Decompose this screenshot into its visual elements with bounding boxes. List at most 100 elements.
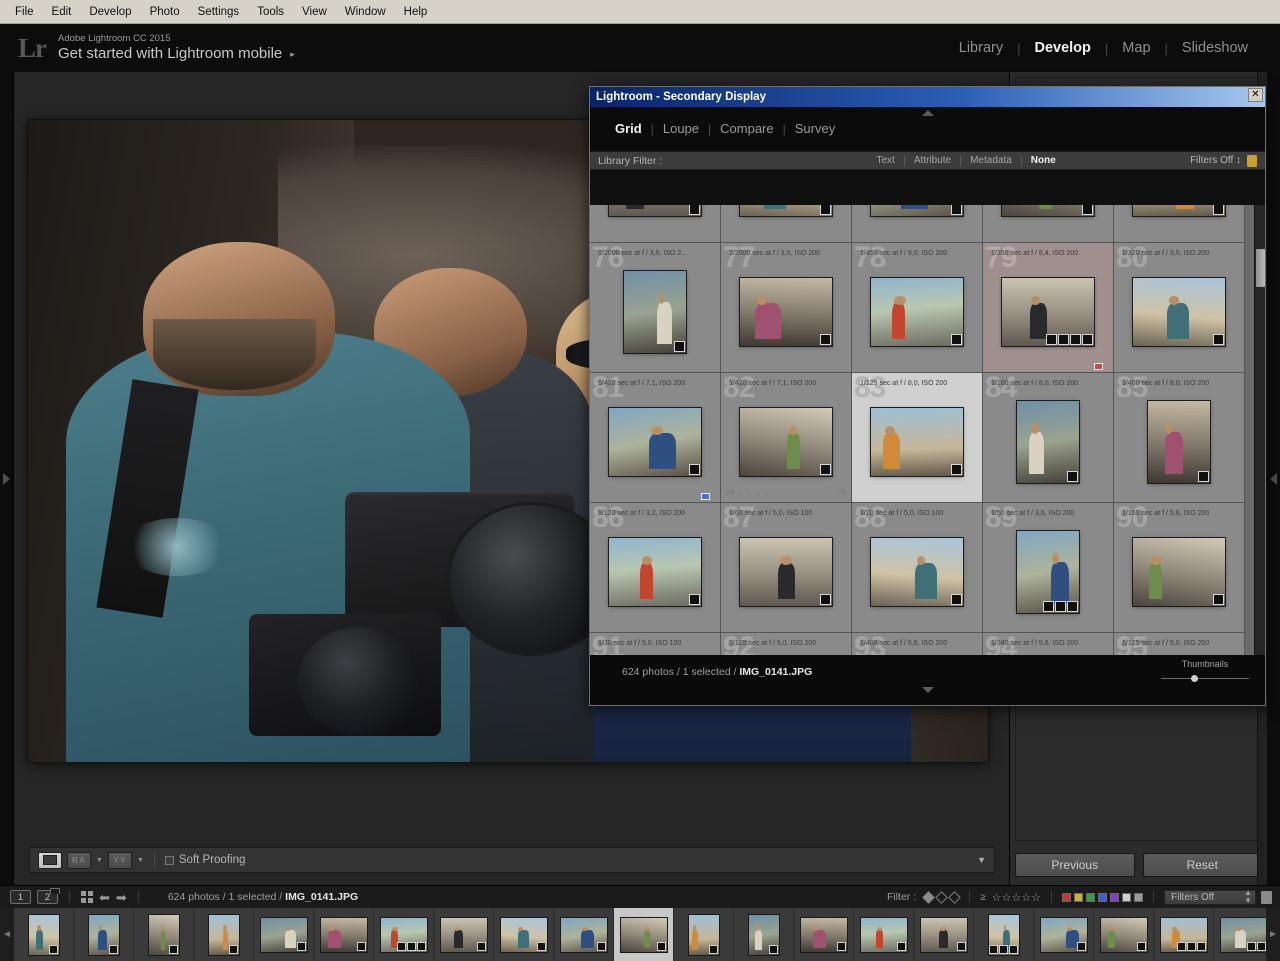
library-filters-off-label[interactable]: Filters Off ↕	[1190, 155, 1241, 166]
grid-thumbnail[interactable]	[871, 277, 963, 346]
grid-cell[interactable]: 77 1/2000 sec at f / 3,5, ISO 200	[721, 243, 852, 373]
module-library[interactable]: Library	[945, 40, 1017, 56]
filmstrip-thumbnail-cell[interactable]	[674, 908, 734, 961]
menu-item-file[interactable]: File	[6, 4, 43, 20]
star-rating-filter[interactable]: ☆☆☆☆☆	[992, 888, 1041, 906]
filmstrip-thumbnail-cell[interactable]	[374, 908, 434, 961]
thumbnail-badge-icon[interactable]	[1213, 593, 1224, 605]
color-label-6-swatch[interactable]	[1122, 892, 1131, 902]
identity-plate[interactable]: Lr Adobe Lightroom CC 2015 Get started w…	[0, 33, 295, 63]
reset-button[interactable]: Reset	[1142, 853, 1262, 877]
grid-thumbnail[interactable]	[1148, 400, 1210, 483]
display-1-button[interactable]: 1	[10, 890, 31, 904]
filmstrip-thumbnail[interactable]	[800, 917, 847, 952]
filmstrip-badge-icon[interactable]	[1008, 944, 1018, 954]
grid-thumbnail[interactable]	[1133, 537, 1225, 606]
menu-item-tools[interactable]: Tools	[248, 4, 293, 20]
filmstrip-badge-icon[interactable]	[768, 944, 778, 954]
grid-cell[interactable]: 92 1/125 sec at f / 5,0, ISO 200	[721, 633, 852, 655]
flag-filters[interactable]	[922, 890, 961, 904]
grid-cell[interactable]: 83 1/125 sec at f / 8,0, ISO 200	[852, 373, 983, 503]
grid-thumbnail[interactable]	[1017, 400, 1079, 483]
thumbnail-badge-icon[interactable]	[951, 593, 962, 605]
previous-button[interactable]: Previous	[1015, 853, 1135, 877]
thumbnail-size-slider[interactable]: Thumbnails	[1161, 659, 1249, 683]
filmstrip-badge-icon[interactable]	[1196, 941, 1206, 951]
filmstrip-thumbnail-cell[interactable]	[1034, 908, 1094, 961]
color-label-4-swatch[interactable]	[1098, 892, 1107, 902]
thumbnail-badge-icon[interactable]	[820, 593, 831, 605]
grid-thumbnail[interactable]	[609, 407, 701, 476]
filmstrip-badge-icon[interactable]	[356, 941, 366, 951]
grid-thumbnail[interactable]	[871, 407, 963, 476]
filmstrip-thumbnail[interactable]	[28, 914, 59, 955]
grid-thumbnail[interactable]	[871, 205, 963, 216]
thumbnail-badge-icon[interactable]	[820, 205, 831, 215]
filmstrip-thumbnail[interactable]	[748, 914, 779, 955]
survey-view-button[interactable]: YY	[107, 851, 132, 869]
filmstrip-badge-icon[interactable]	[416, 941, 426, 951]
filmstrip-badge-icon[interactable]	[396, 941, 406, 951]
grid-view-icon[interactable]	[81, 891, 93, 903]
filmstrip-thumbnail[interactable]	[148, 914, 179, 955]
filter-tab-text[interactable]: Text	[868, 155, 904, 166]
grid-cell[interactable]: 88 1/20 sec at f / 5,0, ISO 100	[852, 503, 983, 633]
filter-tab-none[interactable]: None	[1022, 155, 1065, 166]
toolbar-chevron-down-icon[interactable]: ▼	[977, 855, 986, 865]
grid-cell[interactable]: 81 1/420 sec at f / 7,1, ISO 200	[590, 373, 721, 503]
module-map[interactable]: Map	[1108, 40, 1164, 56]
grid-cell[interactable]: 89 1/50 sec at f / 3,6, ISO 200	[983, 503, 1114, 633]
slider-knob[interactable]	[1191, 675, 1198, 682]
grid-cell[interactable]: 86 1/120 sec at f / 3,2, ISO 200	[590, 503, 721, 633]
grid-cell[interactable]	[983, 205, 1114, 243]
menu-item-edit[interactable]: Edit	[43, 4, 81, 20]
grid-thumbnail[interactable]	[609, 537, 701, 606]
filmstrip-badge-icon[interactable]	[536, 941, 546, 951]
module-slideshow[interactable]: Slideshow	[1168, 40, 1262, 56]
star-1-icon[interactable]: ☆	[992, 892, 1002, 904]
menu-item-help[interactable]: Help	[395, 4, 437, 20]
star-4-icon[interactable]: ☆	[1021, 892, 1031, 904]
filmstrip-badge-icon[interactable]	[988, 944, 998, 954]
filmstrip-thumbnail-cell[interactable]	[614, 908, 674, 961]
filmstrip-thumbnail[interactable]	[440, 917, 487, 952]
filmstrip-badge-icon[interactable]	[896, 941, 906, 951]
filmstrip-thumbnail-cell[interactable]	[434, 908, 494, 961]
grid-thumbnail[interactable]	[740, 277, 832, 346]
filmstrip-thumbnail-cell[interactable]	[254, 908, 314, 961]
filmstrip-thumbnail[interactable]	[1040, 917, 1087, 952]
filmstrip-badge-icon[interactable]	[1186, 941, 1196, 951]
thumbnail-badge-icon[interactable]	[1213, 205, 1224, 215]
grid-cell[interactable]: 85 1/400 sec at f / 8,0, ISO 200	[1114, 373, 1245, 503]
thumbnail-badge-icon[interactable]	[1067, 600, 1078, 612]
filmstrip-thumbnail-cell[interactable]	[1094, 908, 1154, 961]
grid-cell[interactable]: 87 1/60 sec at f / 5,0, ISO 100	[721, 503, 852, 633]
thumbnail-badge-icon[interactable]	[674, 340, 685, 352]
filmstrip-badge-icon[interactable]	[956, 941, 966, 951]
grid-cell[interactable]	[590, 205, 721, 243]
filmstrip-thumbnail-cell[interactable]	[74, 908, 134, 961]
star-3-icon[interactable]: ☆	[1011, 892, 1021, 904]
soft-proofing-checkbox[interactable]	[164, 855, 174, 865]
filmstrip-scroll-left[interactable]: ◄	[0, 908, 14, 961]
back-arrow-icon[interactable]: ⬅	[99, 891, 110, 904]
thumbnail-badge-icon[interactable]	[1043, 600, 1054, 612]
filmstrip-badge-icon[interactable]	[406, 941, 416, 951]
grid-cell[interactable]: 82 1/420 sec at f / 7,1, ISO 200 • • • • •…	[721, 373, 852, 503]
filmstrip-thumbnail-cell[interactable]	[914, 908, 974, 961]
grid-cell[interactable]: 84 1/160 sec at f / 8,0, ISO 200	[983, 373, 1114, 503]
filmstrip-badge-icon[interactable]	[228, 944, 238, 954]
filmstrip-thumbnail[interactable]	[560, 917, 607, 952]
filmstrip-thumbnail[interactable]	[988, 914, 1019, 955]
thumbnail-badge-icon[interactable]	[1070, 333, 1081, 345]
flag-rejected-icon[interactable]	[948, 890, 961, 904]
filmstrip-badge-icon[interactable]	[836, 941, 846, 951]
loupe-view-icon[interactable]	[38, 851, 62, 869]
display-2-button[interactable]: 2	[37, 888, 60, 904]
identity-tagline[interactable]: Get started with Lightroom mobile ▸	[58, 45, 295, 63]
thumbnail-badge-icon[interactable]	[689, 463, 700, 475]
thumbnail-badge-icon[interactable]	[820, 463, 831, 475]
close-icon[interactable]: ✕	[1248, 88, 1263, 102]
filmstrip-thumbnail-cell[interactable]	[1214, 908, 1266, 961]
menu-item-settings[interactable]: Settings	[189, 4, 249, 20]
